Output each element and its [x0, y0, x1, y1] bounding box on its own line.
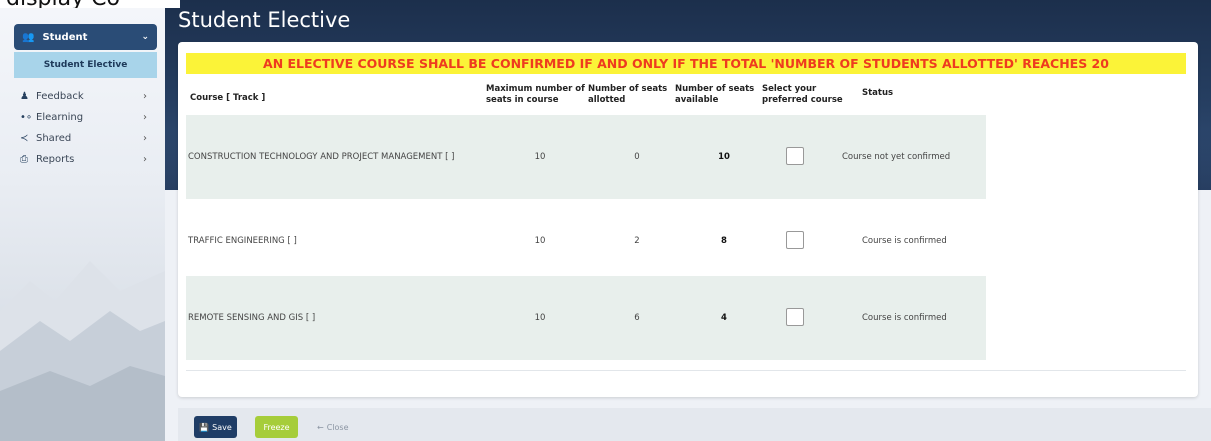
freeze-button-label: Freeze [263, 422, 290, 432]
select-course-checkbox[interactable] [786, 308, 804, 326]
select-course-checkbox[interactable] [786, 231, 804, 249]
elective-card: AN ELECTIVE COURSE SHALL BE CONFIRMED IF… [178, 42, 1198, 397]
close-button[interactable]: ← Close [317, 416, 349, 438]
sidebar-item-label: Elearning [36, 111, 84, 123]
select-course-checkbox[interactable] [786, 147, 804, 165]
col-status: Status [862, 88, 894, 98]
close-button-label: Close [326, 422, 349, 432]
freeze-button[interactable]: Freeze [255, 416, 298, 438]
seats-available: 8 [721, 236, 727, 246]
seats-allotted: 0 [634, 152, 640, 162]
person-icon: ♟ [20, 90, 29, 102]
seats-available: 10 [718, 152, 730, 162]
elearning-icon: •∘ [20, 111, 33, 123]
save-button[interactable]: 💾 Save [194, 416, 237, 438]
chevron-right-icon: › [143, 132, 147, 144]
col-course: Course [ Track ] [190, 93, 266, 103]
sidebar-subitem-student-elective[interactable]: Student Elective [14, 52, 157, 78]
col-available: Number of seats available [675, 84, 755, 105]
mountain-background [0, 261, 165, 441]
sidebar-item-label: Shared [36, 132, 72, 144]
sidebar: 👥 Student ⌄ Student Elective ♟ Feedback … [0, 8, 165, 441]
col-select: Select your preferred course [762, 84, 843, 105]
chevron-right-icon: › [143, 153, 147, 165]
page-title: Student Elective [178, 8, 351, 32]
share-icon: ≺ [20, 132, 29, 144]
save-button-label: Save [212, 422, 232, 432]
table-row: REMOTE SENSING AND GIS [ ] 10 6 4 Course… [186, 276, 986, 360]
top-clipped-text: display Co [0, 0, 180, 8]
course-status: Course not yet confirmed [842, 152, 951, 162]
max-seats: 10 [534, 152, 546, 162]
col-allotted: Number of seats allotted [588, 84, 668, 105]
sidebar-item-label: Feedback [36, 90, 84, 102]
action-bar: 💾 Save Freeze ← Close [178, 408, 1211, 441]
chevron-right-icon: › [143, 111, 147, 123]
course-status: Course is confirmed [862, 313, 947, 323]
save-icon: 💾 [199, 422, 210, 432]
sidebar-item-elearning[interactable]: •∘ Elearning › [20, 108, 155, 126]
table-row: CONSTRUCTION TECHNOLOGY AND PROJECT MANA… [186, 115, 986, 199]
seats-allotted: 2 [634, 236, 640, 246]
course-status: Course is confirmed [862, 236, 947, 246]
max-seats: 10 [534, 313, 546, 323]
course-name: REMOTE SENSING AND GIS [ ] [188, 313, 316, 323]
notice-banner: AN ELECTIVE COURSE SHALL BE CONFIRMED IF… [186, 53, 1186, 74]
arrow-left-icon: ← [317, 422, 324, 432]
sidebar-item-student[interactable]: 👥 Student ⌄ [14, 24, 157, 50]
sidebar-item-reports[interactable]: ⎙ Reports › [20, 150, 155, 168]
col-max-seats: Maximum number of seats in course [486, 84, 585, 105]
sidebar-item-shared[interactable]: ≺ Shared › [20, 129, 155, 147]
divider [186, 370, 1186, 371]
seats-allotted: 6 [634, 313, 640, 323]
users-icon: 👥 [22, 31, 35, 43]
table-row: TRAFFIC ENGINEERING [ ] 10 2 8 Course is… [186, 199, 986, 283]
seats-available: 4 [721, 313, 727, 323]
max-seats: 10 [534, 236, 546, 246]
chevron-down-icon: ⌄ [141, 32, 149, 42]
sidebar-subitem-label: Student Elective [43, 60, 128, 70]
course-name: TRAFFIC ENGINEERING [ ] [188, 236, 297, 246]
course-name: CONSTRUCTION TECHNOLOGY AND PROJECT MANA… [188, 152, 455, 162]
sidebar-item-feedback[interactable]: ♟ Feedback › [20, 87, 155, 105]
chevron-right-icon: › [143, 90, 147, 102]
printer-icon: ⎙ [20, 153, 28, 165]
sidebar-item-label: Student [42, 31, 88, 43]
table-header: Course [ Track ] Maximum number of seats … [186, 78, 1186, 114]
sidebar-item-label: Reports [36, 153, 75, 165]
